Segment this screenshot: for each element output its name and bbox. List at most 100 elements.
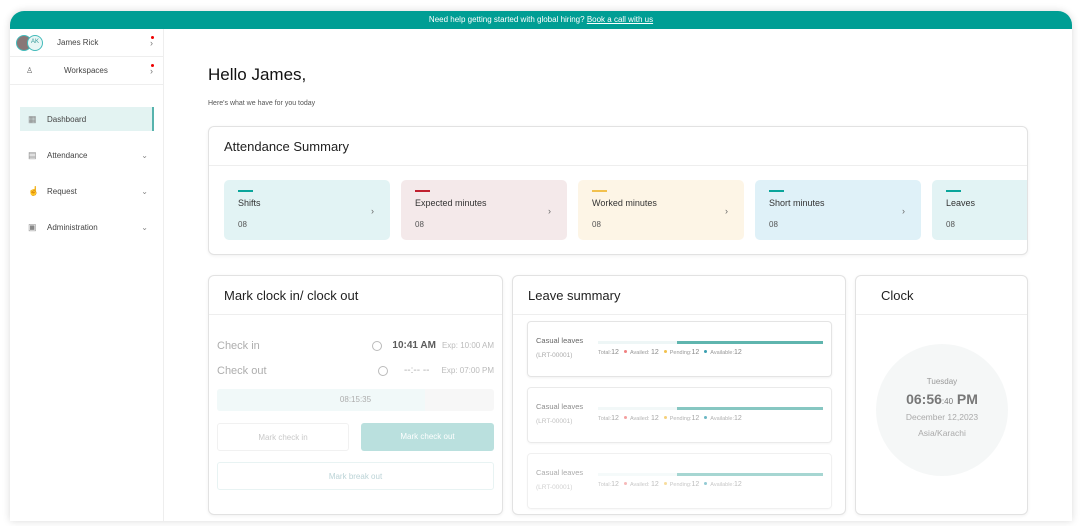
card-value: 08 bbox=[415, 220, 424, 229]
mark-break-out-button[interactable]: Mark break out bbox=[217, 462, 494, 490]
leave-progress-fill bbox=[676, 407, 823, 410]
available-dot bbox=[704, 416, 708, 419]
chevron-down-icon: ⌄ bbox=[141, 186, 148, 196]
chevron-right-icon: › bbox=[725, 206, 728, 216]
panel-title: Leave summary bbox=[513, 276, 845, 315]
sidebar-item-label: Attendance bbox=[47, 150, 88, 160]
leave-stats: Total:12 Availed: 12 Pending:12 Available:1… bbox=[598, 481, 742, 488]
mark-check-in-button[interactable]: Mark check in bbox=[217, 423, 349, 451]
sidebar-item-label: Request bbox=[47, 186, 77, 196]
clock-seconds: :40 bbox=[941, 397, 954, 406]
summary-card-worked-minutes[interactable]: Worked minutes 08 › bbox=[578, 180, 744, 240]
notification-dot bbox=[151, 36, 154, 39]
sidebar: AK James Rick › ♙ Workspaces › ▦ Dashboard ▤ A… bbox=[10, 29, 164, 521]
summary-card-expected-minutes[interactable]: Expected minutes 08 › bbox=[401, 180, 567, 240]
elapsed-progress: 08:15:35 bbox=[217, 389, 494, 411]
grid-icon: ▦ bbox=[28, 113, 37, 124]
availed-dot bbox=[623, 350, 627, 353]
workspaces-row[interactable]: ♙ Workspaces › bbox=[10, 57, 163, 85]
card-value: 08 bbox=[946, 220, 955, 229]
summary-card-leaves[interactable]: Leaves 08 bbox=[932, 180, 1027, 240]
check-out-expected: Exp: 07:00 PM bbox=[441, 366, 494, 375]
card-label: Short minutes bbox=[769, 198, 825, 208]
page-subtitle: Here's what we have for you today bbox=[208, 100, 316, 107]
chevron-right-icon: › bbox=[902, 206, 905, 216]
chevron-right-icon: › bbox=[548, 206, 551, 216]
available-dot bbox=[704, 350, 708, 353]
chevron-right-icon: › bbox=[150, 37, 153, 48]
user-switcher[interactable]: AK James Rick › bbox=[10, 29, 163, 57]
leave-progress-fill bbox=[676, 473, 823, 476]
clock-face: Tuesday 06:56:40 PM December 12,2023 Asi… bbox=[876, 344, 1008, 476]
sidebar-item-label: Dashboard bbox=[47, 114, 87, 124]
leave-card[interactable]: Casual leaves (LRT-00001) Total:12 Availed:… bbox=[527, 387, 832, 443]
clock-time: 06:56 bbox=[906, 391, 942, 407]
sidebar-item-attendance[interactable]: ▤ Attendance ⌄ bbox=[20, 143, 154, 167]
chevron-down-icon: ⌄ bbox=[141, 222, 148, 232]
summary-card-shifts[interactable]: Shifts 08 › bbox=[224, 180, 390, 240]
clock-timezone: Asia/Karachi bbox=[918, 428, 966, 438]
accent-bar bbox=[769, 190, 784, 192]
pending-dot bbox=[663, 416, 667, 419]
clock-panel: Clock Tuesday 06:56:40 PM December 12,20… bbox=[855, 275, 1028, 515]
card-value: 08 bbox=[769, 220, 778, 229]
clock-ampm: PM bbox=[953, 391, 978, 407]
clock-day: Tuesday bbox=[926, 377, 958, 386]
chevron-right-icon: › bbox=[371, 206, 374, 216]
availed-dot bbox=[623, 416, 627, 419]
mark-check-out-button[interactable]: Mark check out bbox=[361, 423, 494, 451]
check-in-expected: Exp: 10:00 AM bbox=[441, 341, 494, 350]
sidebar-item-dashboard[interactable]: ▦ Dashboard bbox=[20, 107, 154, 131]
break-out-label: Mark break out bbox=[328, 472, 383, 481]
leave-progress bbox=[598, 407, 823, 410]
attendance-summary-panel: Attendance Summary Shifts 08 › Expected min… bbox=[208, 126, 1028, 255]
page-title: Hello James, bbox=[208, 65, 307, 84]
leave-progress bbox=[598, 341, 823, 344]
user-name: James Rick bbox=[57, 38, 99, 47]
panel-title: Mark clock in/ clock out bbox=[209, 276, 502, 315]
app-window: Need help getting started with global hi… bbox=[10, 11, 1072, 521]
leave-progress bbox=[598, 473, 823, 476]
leave-stats: Total:12 Availed: 12 Pending:12 Available:1… bbox=[598, 415, 742, 422]
banner-text: Need help getting started with global hi… bbox=[428, 15, 585, 24]
available-dot bbox=[704, 482, 708, 485]
clock-in-out-panel: Mark clock in/ clock out Check in 10:41 A… bbox=[208, 275, 503, 515]
elapsed-time: 08:15:35 bbox=[339, 395, 372, 404]
chevron-down-icon: ⌄ bbox=[141, 150, 148, 160]
check-in-time: 10:41 AM bbox=[392, 340, 436, 351]
accent-bar bbox=[946, 190, 961, 192]
avatar-initials: AK bbox=[27, 34, 43, 51]
book-call-link[interactable]: Book a call with us bbox=[587, 15, 653, 24]
calendar-icon: ▤ bbox=[28, 149, 37, 160]
panel-title: Attendance Summary bbox=[209, 127, 1027, 166]
card-label: Worked minutes bbox=[592, 198, 657, 208]
sidebar-item-administration[interactable]: ▣ Administration ⌄ bbox=[20, 215, 154, 239]
leave-stats: Total:12 Availed: 12 Pending:12 Available:1… bbox=[598, 349, 742, 356]
check-in-row: Check in 10:41 AM Exp: 10:00 AM bbox=[217, 340, 494, 352]
summary-card-short-minutes[interactable]: Short minutes 08 › bbox=[755, 180, 921, 240]
accent-bar bbox=[238, 190, 253, 192]
availed-dot bbox=[623, 482, 627, 485]
card-value: 08 bbox=[592, 220, 601, 229]
check-in-label: Check in bbox=[217, 340, 260, 352]
admin-icon: ▣ bbox=[28, 221, 37, 232]
card-value: 08 bbox=[238, 220, 247, 229]
help-banner: Need help getting started with global hi… bbox=[10, 11, 1072, 29]
card-label: Shifts bbox=[238, 198, 261, 208]
clock-icon bbox=[377, 365, 388, 376]
check-out-row: Check out --:-- -- Exp: 07:00 PM bbox=[217, 365, 494, 377]
leave-card[interactable]: Casual leaves (LRT-00001) Total:12 Availed:… bbox=[527, 453, 832, 509]
check-out-label: Check out bbox=[217, 365, 267, 377]
leave-card[interactable]: Casual leaves (LRT-00001) Total:12 Availed:… bbox=[527, 321, 832, 377]
notification-dot bbox=[151, 64, 154, 67]
clock-icon bbox=[372, 340, 383, 351]
clock-date: December 12,2023 bbox=[905, 412, 979, 422]
sidebar-item-request[interactable]: ☝ Request ⌄ bbox=[20, 179, 154, 203]
card-label: Expected minutes bbox=[415, 198, 487, 208]
user-icon: ♙ bbox=[26, 66, 34, 75]
sidebar-item-label: Administration bbox=[47, 222, 98, 232]
pending-dot bbox=[663, 350, 667, 353]
leave-progress-fill bbox=[676, 341, 823, 344]
pending-dot bbox=[663, 482, 667, 485]
chevron-right-icon: › bbox=[150, 65, 153, 76]
